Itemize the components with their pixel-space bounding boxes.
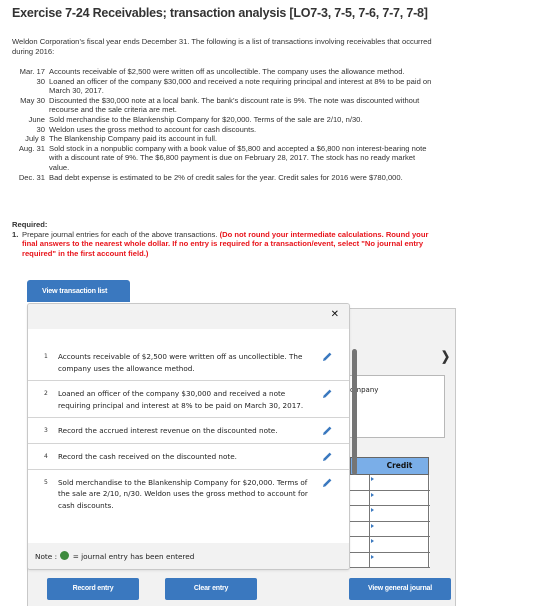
credit-column-header: Credit — [350, 457, 429, 475]
entry-text: Record the cash received on the discount… — [58, 451, 237, 461]
journal-row — [350, 475, 430, 491]
popup-header: ✕ — [28, 304, 349, 329]
transaction-date: 30 — [36, 76, 45, 86]
transaction-date: Aug. 31 — [18, 143, 45, 153]
note-prefix: Note : — [35, 552, 58, 561]
transaction-row: Mar. 17 Accounts receivable of $2,500 wer… — [12, 67, 432, 77]
credit-input[interactable] — [369, 521, 429, 536]
entry-text: Sold merchandise to the Blankenship Comp… — [58, 477, 308, 510]
credit-grid — [350, 475, 430, 568]
list-item[interactable]: 5 Sold merchandise to the Blankenship Co… — [28, 470, 349, 518]
required-section: Required: 1. Prepare journal entries for… — [12, 220, 432, 258]
required-label: Required: — [12, 220, 48, 229]
transaction-row: Dec. 31 Bad debt expense is estimated to … — [12, 173, 432, 183]
next-chevron-icon[interactable]: ❯ — [441, 349, 450, 364]
transaction-row: 30 Loaned an officer of the company $30,0… — [12, 77, 432, 96]
transaction-row: June Sold merchandise to the Blankenship … — [12, 115, 432, 125]
journal-row — [350, 552, 430, 568]
pencil-icon[interactable] — [321, 477, 333, 489]
transaction-row: May 30 Discounted the $30,000 note at a l… — [12, 96, 432, 115]
transaction-row: July 8 The Blankenship Company paid its a… — [12, 134, 432, 144]
entry-text: Accounts receivable of $2,500 were writt… — [58, 352, 303, 373]
transaction-date: June — [28, 114, 45, 124]
popup-entry-list: 1 Accounts receivable of $2,500 were wri… — [28, 329, 349, 545]
journal-row — [350, 490, 430, 506]
entry-number: 3 — [44, 427, 48, 435]
popup-legend: Note : = journal entry has been entered — [28, 543, 349, 569]
entry-number: 5 — [44, 478, 48, 486]
journal-row — [350, 521, 430, 537]
pencil-icon[interactable] — [321, 451, 333, 463]
entry-text: Record the accrued interest revenue on t… — [58, 426, 278, 436]
entry-number: 2 — [44, 390, 48, 398]
credit-input[interactable] — [369, 490, 429, 505]
clear-entry-button[interactable]: Clear entry — [165, 578, 257, 600]
transaction-desc: The Blankenship Company paid its account… — [49, 134, 218, 144]
required-prompt: Prepare journal entries for each of the … — [22, 229, 218, 239]
transaction-date: July 8 — [25, 134, 45, 144]
entry-number: 1 — [44, 353, 48, 360]
journal-row — [350, 537, 430, 553]
record-entry-button[interactable]: Record entry — [47, 578, 139, 600]
note-suffix: = journal entry has been entered — [72, 552, 195, 561]
pencil-icon[interactable] — [321, 351, 333, 363]
transaction-date: 30 — [36, 124, 45, 134]
transaction-row: 30 Weldon uses the gross method to accoun… — [12, 125, 432, 135]
transaction-desc: Sold merchandise to the Blankenship Comp… — [49, 114, 363, 124]
transaction-desc: Loaned an officer of the company $30,000… — [49, 76, 432, 96]
view-transaction-list-button[interactable]: View transaction list — [27, 280, 130, 302]
transaction-date: May 30 — [20, 95, 45, 105]
credit-input[interactable] — [369, 475, 429, 490]
transaction-desc: Sold stock in a nonpublic company with a… — [49, 143, 427, 172]
transaction-date: Dec. 31 — [18, 172, 45, 182]
list-item[interactable]: 1 Accounts receivable of $2,500 were wri… — [28, 329, 349, 382]
transaction-desc: Weldon uses the gross method to account … — [49, 124, 257, 134]
transaction-description-box: ompany — [350, 375, 445, 438]
list-item[interactable]: 3 Record the accrued interest revenue on… — [28, 418, 349, 444]
credit-input[interactable] — [369, 552, 429, 567]
transaction-desc: Bad debt expense is estimated to be 2% o… — [49, 172, 403, 182]
transaction-desc: Accounts receivable of $2,500 were writt… — [49, 67, 405, 76]
view-general-journal-button[interactable]: View general journal — [349, 578, 451, 600]
credit-input[interactable] — [369, 537, 429, 552]
popup-scrollbar[interactable] — [352, 349, 357, 475]
list-item[interactable]: 4 Record the cash received on the discou… — [28, 444, 349, 470]
credit-input[interactable] — [369, 506, 429, 521]
required-number: 1. — [12, 229, 19, 239]
required-item: 1. Prepare journal entries for each of t… — [12, 230, 432, 259]
list-item[interactable]: 2 Loaned an officer of the company $30,0… — [28, 381, 349, 419]
transaction-list-popup: ✕ 1 Accounts receivable of $2,500 were w… — [27, 303, 350, 570]
entry-number: 4 — [44, 452, 48, 460]
transaction-row: Aug. 31 Sold stock in a nonpublic company… — [12, 144, 432, 173]
entry-text: Loaned an officer of the company $30,000… — [58, 389, 304, 410]
journal-row — [350, 506, 430, 522]
close-icon[interactable]: ✕ — [331, 309, 339, 320]
transaction-desc: Discounted the $30,000 note at a local b… — [49, 95, 420, 115]
entered-indicator-icon — [60, 551, 70, 560]
transaction-date: Mar. 17 — [19, 67, 45, 76]
pencil-icon[interactable] — [321, 388, 333, 400]
transaction-list: Mar. 17 Accounts receivable of $2,500 wer… — [12, 67, 432, 182]
exercise-title: Exercise 7-24 Receivables; transaction a… — [12, 6, 428, 20]
pencil-icon[interactable] — [321, 425, 333, 437]
intro-text: Weldon Corporation’s fiscal year ends De… — [12, 37, 432, 56]
required-text: Prepare journal entries for each of the … — [22, 230, 432, 259]
